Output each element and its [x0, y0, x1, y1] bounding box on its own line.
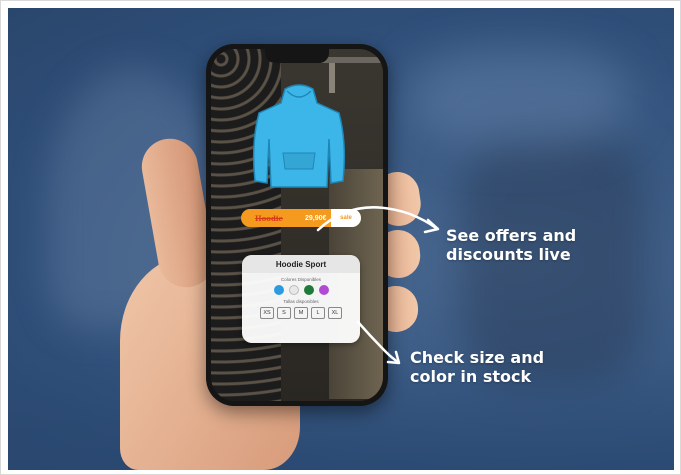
colors-label: Colores Disponibles	[280, 277, 322, 282]
phone-notch	[265, 49, 329, 63]
offers-callout-line2: discounts live	[446, 245, 571, 264]
color-swatch-blue[interactable]	[273, 285, 284, 295]
photo-scene: Hoodie 29,90€ sale Hoodie Sport Colores …	[0, 0, 681, 475]
new-price: 29,90€	[304, 214, 327, 222]
smartphone: Hoodie 29,90€ sale Hoodie Sport Colores …	[206, 44, 388, 406]
offers-callout-line1: See offers and	[446, 226, 577, 245]
product-title: Hoodie Sport	[242, 255, 360, 273]
size-option[interactable]: XL	[328, 307, 342, 319]
stock-callout: Check size and color in stock	[410, 348, 544, 386]
color-swatches	[242, 285, 360, 295]
offers-callout: See offers and discounts live	[446, 226, 576, 264]
color-swatch-white[interactable]	[288, 285, 299, 295]
hoodie-icon	[252, 84, 346, 188]
size-option[interactable]: M	[294, 307, 308, 319]
color-swatch-purple[interactable]	[318, 285, 329, 295]
phone-screen: Hoodie 29,90€ sale Hoodie Sport Colores …	[211, 49, 383, 401]
stock-callout-line1: Check size and	[410, 348, 545, 367]
product-info-card: Hoodie Sport Colores Disponibles Tallas …	[242, 255, 360, 343]
sizes-label: Tallas disponibles	[283, 299, 319, 304]
size-option[interactable]: XS	[260, 307, 274, 319]
sale-button[interactable]: sale	[331, 209, 361, 227]
size-options: XS S M L XL	[242, 307, 360, 319]
ar-price-tag[interactable]: Hoodie 29,90€ sale	[241, 209, 361, 227]
stock-callout-line2: color in stock	[410, 367, 532, 386]
ar-hoodie-image	[247, 83, 351, 193]
old-price-label: Hoodie	[255, 213, 283, 223]
size-option[interactable]: S	[277, 307, 291, 319]
color-swatch-green[interactable]	[303, 285, 314, 295]
size-option[interactable]: L	[311, 307, 325, 319]
